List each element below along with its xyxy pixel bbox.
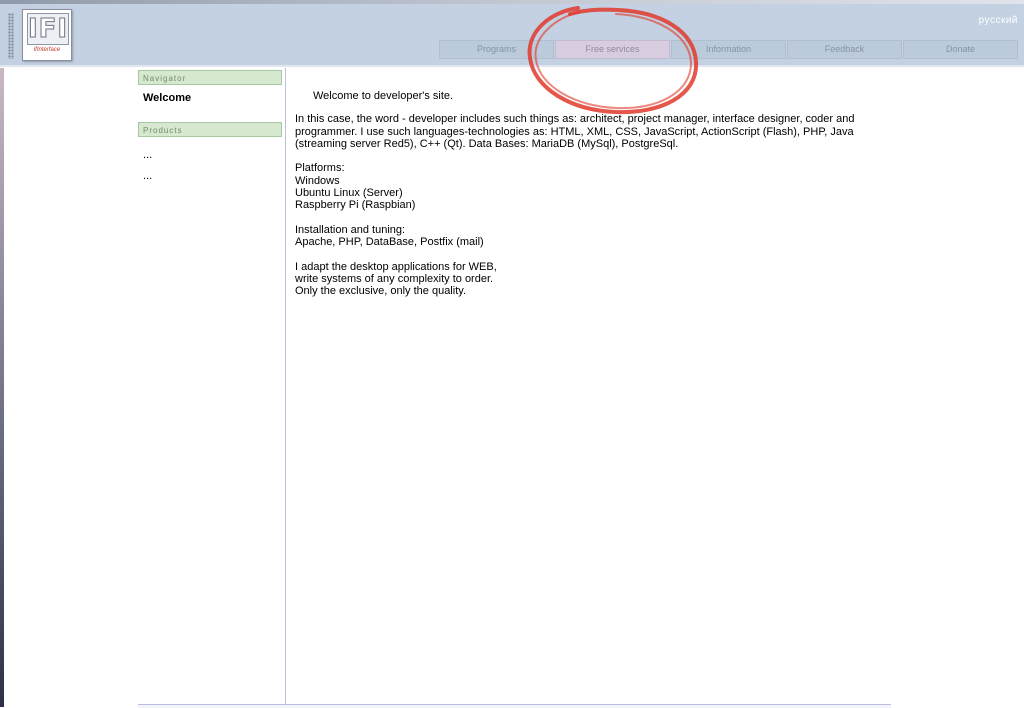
site-logo[interactable]: IFI ifInterface	[22, 9, 72, 61]
installation-paragraph: Installation and tuning: Apache, PHP, Da…	[295, 223, 484, 249]
sidebar-product-item[interactable]: ...	[143, 170, 152, 182]
nav-information[interactable]: Information	[671, 40, 786, 59]
navigator-header: Navigator	[138, 70, 282, 85]
main-content: Welcome to developer's site. In this cas…	[295, 90, 855, 310]
welcome-heading: Welcome to developer's site.	[313, 90, 454, 102]
sidebar: Navigator Welcome Products ... ...	[138, 68, 284, 707]
sidebar-divider	[285, 68, 286, 707]
developer-paragraph: In this case, the word - developer inclu…	[295, 113, 855, 150]
nav-feedback[interactable]: Feedback	[787, 40, 902, 59]
main-navigation: Programs Free services Information Feedb…	[439, 40, 1018, 59]
logo-caption: ifInterface	[33, 47, 61, 53]
logo-mark: IFI	[27, 13, 69, 45]
desktop-edge	[0, 68, 4, 707]
nav-donate[interactable]: Donate	[903, 40, 1018, 59]
header-divider	[0, 65, 1024, 67]
nav-free-services[interactable]: Free services	[555, 40, 670, 59]
grip-handle-icon	[8, 13, 14, 59]
services-paragraph: I adapt the desktop applications for WEB…	[295, 260, 497, 298]
sidebar-product-item[interactable]: ...	[143, 149, 152, 161]
language-link[interactable]: русский	[979, 15, 1018, 26]
sidebar-item-welcome[interactable]: Welcome	[143, 92, 191, 104]
platforms-paragraph: Platforms: Windows Ubuntu Linux (Server)…	[295, 162, 416, 212]
products-header: Products	[138, 122, 282, 137]
footer-divider	[138, 704, 891, 708]
nav-programs[interactable]: Programs	[439, 40, 554, 59]
